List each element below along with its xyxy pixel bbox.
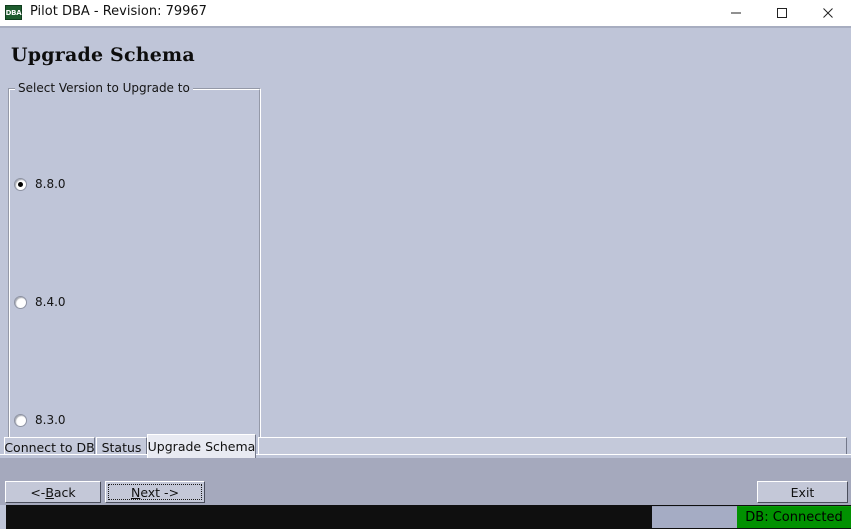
tab-label: Status xyxy=(101,439,142,455)
back-button[interactable]: <- Back xyxy=(5,481,101,503)
minimize-button[interactable] xyxy=(713,0,759,26)
status-bar: DB: Connected xyxy=(0,505,851,529)
tab-panel-edge xyxy=(0,454,851,458)
groupbox-legend: Select Version to Upgrade to xyxy=(15,81,193,95)
button-bar: <- Back Next -> Exit xyxy=(0,458,851,505)
close-icon xyxy=(823,8,833,18)
next-button[interactable]: Next -> xyxy=(105,481,205,503)
close-button[interactable] xyxy=(805,0,851,26)
content-area: Upgrade Schema Select Version to Upgrade… xyxy=(0,28,851,458)
app-icon-dba: DBA xyxy=(5,5,22,20)
maximize-icon xyxy=(777,8,787,18)
maximize-button[interactable] xyxy=(759,0,805,26)
radio-option-8-3-0[interactable]: 8.3.0 xyxy=(14,412,66,428)
back-button-prefix: <- xyxy=(30,484,46,500)
tab-label: Upgrade Schema xyxy=(147,439,256,454)
tab-upgrade-schema[interactable]: Upgrade Schema xyxy=(147,434,256,458)
radio-indicator xyxy=(14,413,27,427)
status-segment-blank xyxy=(652,506,737,528)
status-badge-db-connected: DB: Connected xyxy=(737,506,851,528)
radio-option-8-8-0[interactable]: 8.8.0 xyxy=(14,176,66,192)
exit-button-label: Exit xyxy=(790,484,815,500)
application-window: DBA Pilot DBA - Revision: 79967 Upgrade … xyxy=(0,0,851,529)
back-button-mnemonic: B xyxy=(45,484,54,500)
status-bar-left-edge xyxy=(0,505,6,529)
exit-button[interactable]: Exit xyxy=(757,481,848,503)
tab-label: Connect to DB xyxy=(4,439,95,455)
next-button-suffix: ext -> xyxy=(140,484,180,500)
radio-label: 8.3.0 xyxy=(35,413,66,427)
radio-label: 8.8.0 xyxy=(35,177,66,191)
radio-option-8-4-0[interactable]: 8.4.0 xyxy=(14,294,66,310)
radio-indicator xyxy=(14,177,27,191)
minimize-icon xyxy=(731,12,741,14)
version-selection-groupbox: Select Version to Upgrade to 8.8.0 8.4.0… xyxy=(8,81,261,456)
window-controls xyxy=(713,0,851,26)
window-title: Pilot DBA - Revision: 79967 xyxy=(30,4,207,19)
page-title: Upgrade Schema xyxy=(11,44,195,66)
next-button-mnemonic: N xyxy=(130,484,141,500)
radio-indicator xyxy=(14,295,27,309)
tabstrip: Connect to DB Status Upgrade Schema xyxy=(0,429,851,458)
titlebar: DBA Pilot DBA - Revision: 79967 xyxy=(0,0,851,26)
groupbox-inner-border xyxy=(9,89,260,455)
back-button-suffix: ack xyxy=(53,484,76,500)
radio-label: 8.4.0 xyxy=(35,295,66,309)
